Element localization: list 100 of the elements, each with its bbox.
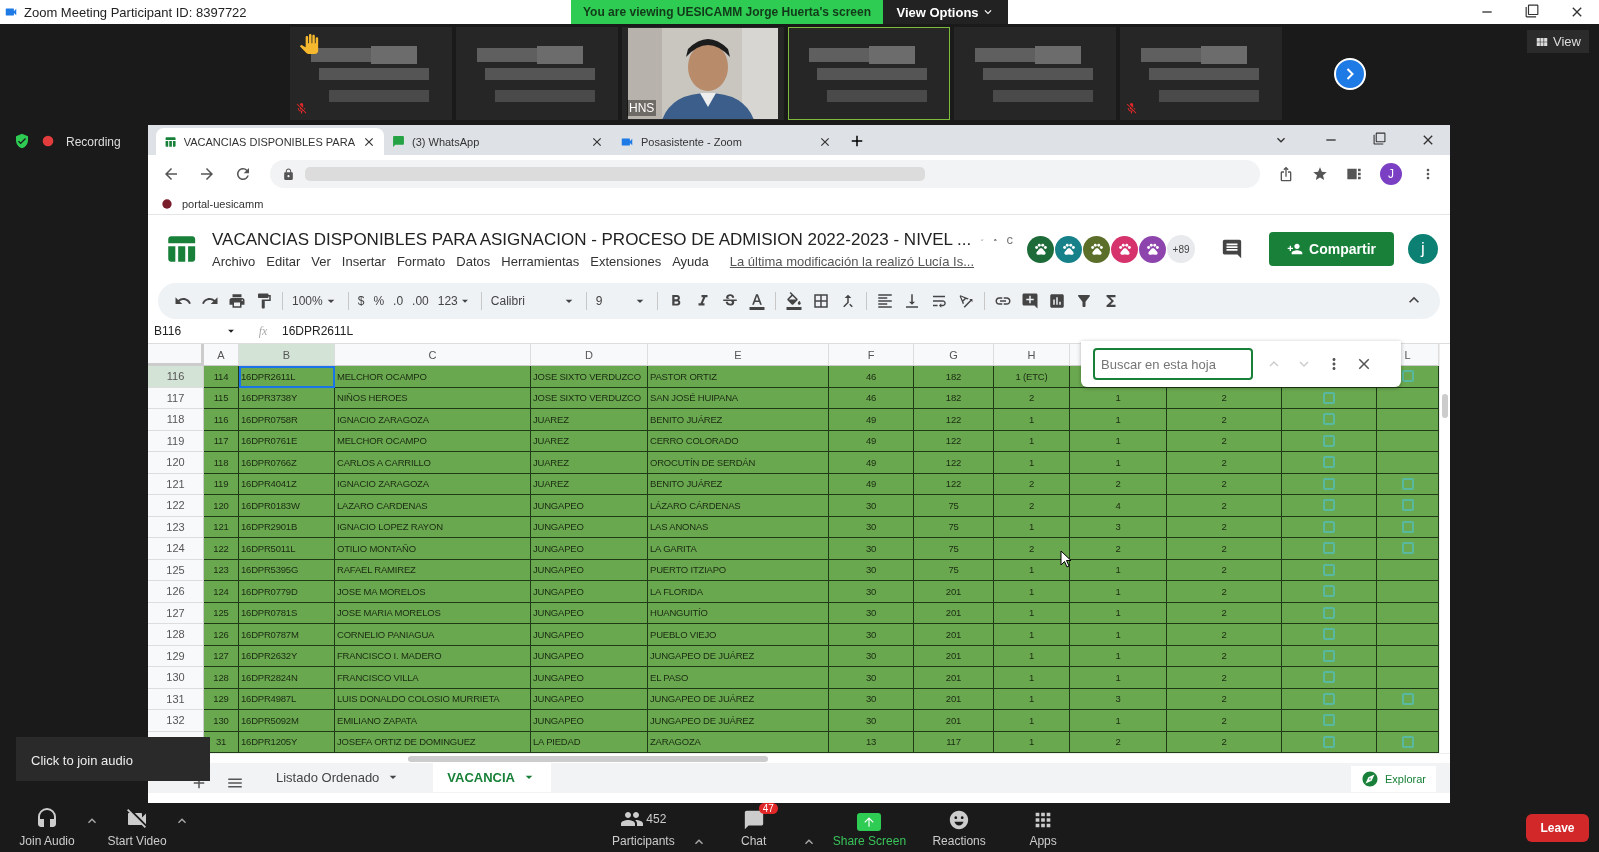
table-cell[interactable]: JUAREZ bbox=[531, 430, 648, 452]
row-header[interactable]: 122 bbox=[148, 495, 204, 517]
table-cell[interactable]: 16DPR2824N bbox=[239, 667, 335, 689]
table-cell[interactable]: 16DPR0761E bbox=[239, 430, 335, 452]
table-cell[interactable]: 2 bbox=[1070, 473, 1167, 495]
table-cell[interactable]: 122 bbox=[914, 452, 994, 474]
table-cell[interactable]: 122 bbox=[204, 538, 239, 560]
table-cell[interactable]: 16DPR0183W bbox=[239, 495, 335, 517]
table-cell[interactable]: 3 bbox=[1070, 516, 1167, 538]
table-cell[interactable]: 2 bbox=[1167, 645, 1282, 667]
table-cell[interactable]: 30 bbox=[829, 624, 914, 646]
table-cell[interactable]: 2 bbox=[1167, 602, 1282, 624]
row-header[interactable]: 125 bbox=[148, 559, 204, 581]
table-cell[interactable]: EMILIANO ZAPATA bbox=[335, 710, 531, 732]
menu-item[interactable]: Insertar bbox=[341, 253, 386, 269]
table-cell[interactable]: 1 bbox=[1070, 710, 1167, 732]
table-cell[interactable]: 1 bbox=[994, 409, 1070, 431]
table-cell[interactable]: JOSE MA MORELOS bbox=[335, 581, 531, 603]
table-cell[interactable]: 201 bbox=[914, 645, 994, 667]
table-cell[interactable]: JOSE SIXTO VERDUZCO bbox=[531, 387, 648, 409]
table-cell[interactable]: LA FLORIDA bbox=[648, 581, 829, 603]
table-cell[interactable]: 182 bbox=[914, 387, 994, 409]
menu-item[interactable]: Formato bbox=[396, 253, 446, 269]
table-cell[interactable]: JUNGAPEO DE JUÁREZ bbox=[648, 688, 829, 710]
table-cell[interactable]: JUNGAPEO bbox=[531, 667, 648, 689]
table-cell[interactable]: 2 bbox=[1167, 710, 1282, 732]
table-cell[interactable]: 2 bbox=[1167, 516, 1282, 538]
table-cell[interactable]: 1 bbox=[994, 430, 1070, 452]
table-cell[interactable]: IGNACIO LOPEZ RAYON bbox=[335, 516, 531, 538]
menu-item[interactable]: Ayuda bbox=[672, 253, 709, 269]
table-cell[interactable]: JUNGAPEO bbox=[531, 495, 648, 517]
row-header[interactable]: 132 bbox=[148, 710, 204, 732]
table-cell[interactable]: 16DPR5011L bbox=[239, 538, 335, 560]
row-header[interactable]: 127 bbox=[148, 602, 204, 624]
table-cell[interactable]: 201 bbox=[914, 688, 994, 710]
table-cell[interactable]: 30 bbox=[829, 602, 914, 624]
table-cell[interactable]: 201 bbox=[914, 602, 994, 624]
table-cell[interactable]: 2 bbox=[994, 473, 1070, 495]
table-cell[interactable]: 1 bbox=[1070, 430, 1167, 452]
table-cell[interactable]: OROCUTÍN DE SERDÁN bbox=[648, 452, 829, 474]
row-header[interactable]: 119 bbox=[148, 430, 204, 452]
table-cell[interactable]: 2 bbox=[1167, 559, 1282, 581]
table-cell[interactable]: 1 bbox=[994, 645, 1070, 667]
table-cell[interactable]: 123 bbox=[204, 559, 239, 581]
table-cell[interactable]: 2 bbox=[1167, 495, 1282, 517]
table-cell[interactable]: 125 bbox=[204, 602, 239, 624]
table-cell[interactable]: 2 bbox=[1167, 430, 1282, 452]
font-size-select[interactable]: 9 bbox=[595, 293, 648, 309]
table-cell[interactable]: IGNACIO ZARAGOZA bbox=[335, 409, 531, 431]
table-cell[interactable]: JUAREZ bbox=[531, 473, 648, 495]
row-header[interactable]: 116 bbox=[148, 366, 204, 388]
table-cell[interactable]: JOSE MARIA MORELOS bbox=[335, 602, 531, 624]
table-cell[interactable]: 117 bbox=[204, 430, 239, 452]
table-cell[interactable]: 2 bbox=[1167, 409, 1282, 431]
table-cell[interactable]: 118 bbox=[204, 452, 239, 474]
table-cell[interactable]: 16DPR5092M bbox=[239, 710, 335, 732]
table-cell[interactable]: 129 bbox=[204, 688, 239, 710]
table-cell[interactable]: 49 bbox=[829, 473, 914, 495]
table-cell[interactable]: 2 bbox=[1167, 473, 1282, 495]
table-cell[interactable]: 122 bbox=[914, 409, 994, 431]
table-cell[interactable]: RAFAEL RAMIREZ bbox=[335, 559, 531, 581]
table-cell[interactable]: JUNGAPEO DE JUÁREZ bbox=[648, 645, 829, 667]
table-cell[interactable]: LA GARITA bbox=[648, 538, 829, 560]
table-cell[interactable]: JUAREZ bbox=[531, 409, 648, 431]
table-cell[interactable]: 30 bbox=[829, 667, 914, 689]
table-cell[interactable]: 1 bbox=[1070, 452, 1167, 474]
table-cell[interactable]: 201 bbox=[914, 667, 994, 689]
table-cell[interactable]: 115 bbox=[204, 387, 239, 409]
column-header[interactable]: F bbox=[829, 344, 914, 366]
table-cell[interactable]: 2 bbox=[1167, 581, 1282, 603]
table-cell[interactable]: 2 bbox=[1167, 452, 1282, 474]
table-cell[interactable]: 1 bbox=[1070, 387, 1167, 409]
table-cell[interactable]: 201 bbox=[914, 581, 994, 603]
leave-button[interactable]: Leave bbox=[1526, 813, 1589, 842]
table-cell[interactable]: 114 bbox=[204, 366, 239, 388]
table-cell[interactable]: ZARAGOZA bbox=[648, 731, 829, 753]
view-button[interactable]: View bbox=[1527, 30, 1589, 53]
column-header[interactable]: D bbox=[531, 344, 648, 366]
table-cell[interactable]: 75 bbox=[914, 516, 994, 538]
table-cell[interactable]: 30 bbox=[829, 710, 914, 732]
table-cell[interactable]: 122 bbox=[914, 430, 994, 452]
join-audio-button[interactable]: Join Audio bbox=[10, 805, 84, 850]
table-cell[interactable]: JUNGAPEO bbox=[531, 559, 648, 581]
table-cell[interactable]: 1 bbox=[994, 581, 1070, 603]
column-header[interactable]: G bbox=[914, 344, 994, 366]
participants-button[interactable]: 452 Participants bbox=[606, 805, 681, 850]
table-cell[interactable]: 1 bbox=[994, 710, 1070, 732]
sheet-tab[interactable]: VACANCIA bbox=[433, 762, 551, 792]
menu-item[interactable]: Datos bbox=[456, 253, 491, 269]
table-cell[interactable]: BENITO JUÁREZ bbox=[648, 473, 829, 495]
table-cell[interactable]: CARLOS A CARRILLO bbox=[335, 452, 531, 474]
zoom-select[interactable]: 100% bbox=[292, 293, 339, 309]
menu-item[interactable]: Archivo bbox=[212, 253, 256, 269]
table-cell[interactable]: 75 bbox=[914, 538, 994, 560]
table-cell[interactable]: 16DPR4041Z bbox=[239, 473, 335, 495]
row-header[interactable]: 126 bbox=[148, 581, 204, 603]
start-video-button[interactable]: Start Video bbox=[100, 805, 174, 850]
table-cell[interactable]: 16DPR0779D bbox=[239, 581, 335, 603]
table-cell[interactable]: LUIS DONALDO COLOSIO MURRIETA bbox=[335, 688, 531, 710]
table-cell[interactable]: 4 bbox=[1070, 495, 1167, 517]
